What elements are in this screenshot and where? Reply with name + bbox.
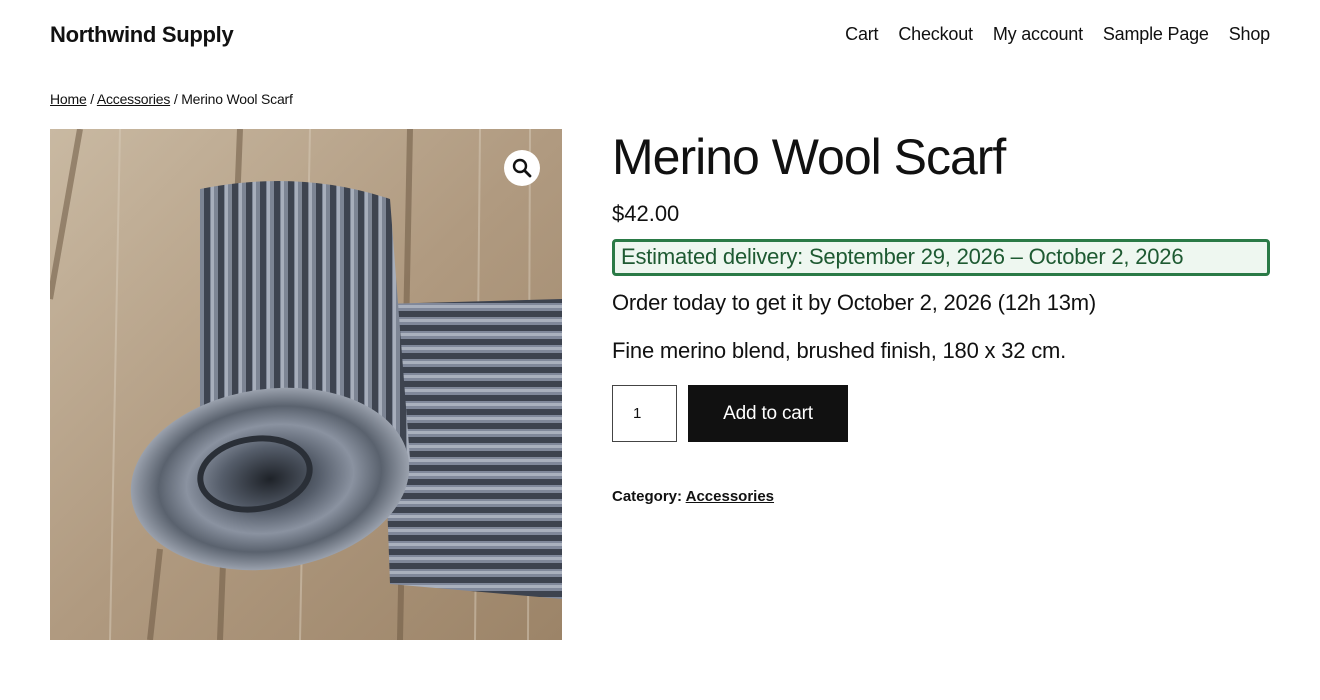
quantity-input[interactable] — [612, 385, 677, 442]
product-summary: Merino Wool Scarf $42.00 Estimated deliv… — [612, 128, 1270, 505]
add-to-cart-form: Add to cart — [612, 385, 1270, 442]
product-meta: Category: Accessories — [612, 488, 1270, 505]
product-price: $42.00 — [612, 201, 680, 226]
add-to-cart-button[interactable]: Add to cart — [688, 385, 848, 442]
scarf-photo — [50, 129, 562, 640]
breadcrumb-home-link[interactable]: Home — [50, 91, 87, 107]
product-image[interactable] — [50, 129, 562, 640]
nav-item-cart[interactable]: Cart — [845, 24, 878, 45]
breadcrumb: Home / Accessories / Merino Wool Scarf — [50, 91, 293, 107]
category-label: Category: — [612, 488, 686, 505]
breadcrumb-separator: / — [170, 91, 182, 107]
product-title: Merino Wool Scarf — [612, 129, 1006, 185]
estimated-delivery-notice: Estimated delivery: September 29, 2026 –… — [612, 239, 1270, 276]
nav-item-checkout[interactable]: Checkout — [898, 24, 973, 45]
nav-item-my-account[interactable]: My account — [993, 24, 1083, 45]
magnifier-icon — [512, 158, 532, 178]
nav-item-shop[interactable]: Shop — [1229, 24, 1270, 45]
breadcrumb-category-link[interactable]: Accessories — [97, 91, 170, 107]
nav-item-sample-page[interactable]: Sample Page — [1103, 24, 1209, 45]
site-title[interactable]: Northwind Supply — [50, 22, 234, 48]
main-nav: Cart Checkout My account Sample Page Sho… — [845, 24, 1270, 45]
breadcrumb-separator: / — [86, 91, 97, 107]
category-link[interactable]: Accessories — [686, 488, 774, 505]
zoom-button[interactable] — [504, 150, 540, 186]
breadcrumb-current: Merino Wool Scarf — [181, 91, 293, 107]
product-short-description: Fine merino blend, brushed finish, 180 x… — [612, 338, 1067, 363]
order-deadline-text: Order today to get it by October 2, 2026… — [612, 290, 1097, 315]
